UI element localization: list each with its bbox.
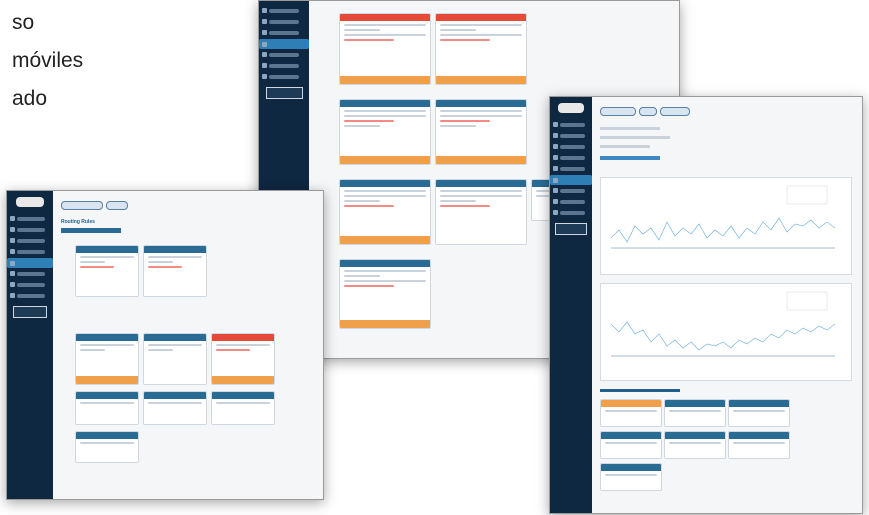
card[interactable] [339,179,431,245]
charts-content [592,97,862,513]
card[interactable] [75,391,139,425]
card[interactable] [664,399,726,427]
card[interactable] [435,99,527,165]
sidebar [7,191,53,499]
hero-line-3: ado [12,87,48,110]
hero-line-2: móviles [12,49,84,72]
logo [558,103,584,113]
line-chart-1 [600,177,852,275]
card[interactable] [435,179,527,245]
card[interactable] [664,431,726,459]
card[interactable] [600,463,662,491]
sidebar-badge [12,306,48,318]
card[interactable] [600,431,662,459]
card[interactable] [728,399,790,427]
hero-text: so móviles ado [0,4,210,118]
card[interactable] [75,431,139,463]
card[interactable] [339,13,431,85]
sidebar [550,97,592,513]
card[interactable] [211,391,275,425]
card[interactable] [600,399,662,427]
card[interactable] [211,333,275,385]
routing-content: Routing Rules [53,191,323,499]
card[interactable] [339,259,431,329]
hero-line-1: so [12,11,35,34]
card[interactable] [728,431,790,459]
card[interactable] [75,333,139,385]
card[interactable] [143,391,207,425]
card[interactable] [143,245,207,297]
card[interactable] [339,99,431,165]
card[interactable] [143,333,207,385]
screenshot-routing-rules: Routing Rules [6,190,324,500]
line-chart-2 [600,283,852,381]
screenshot-charts [549,96,863,514]
logo [16,197,44,207]
sidebar-badge [555,223,587,235]
card[interactable] [435,13,527,85]
card[interactable] [75,245,139,297]
sidebar-badge [265,87,303,99]
page-title: Routing Rules [61,219,95,225]
